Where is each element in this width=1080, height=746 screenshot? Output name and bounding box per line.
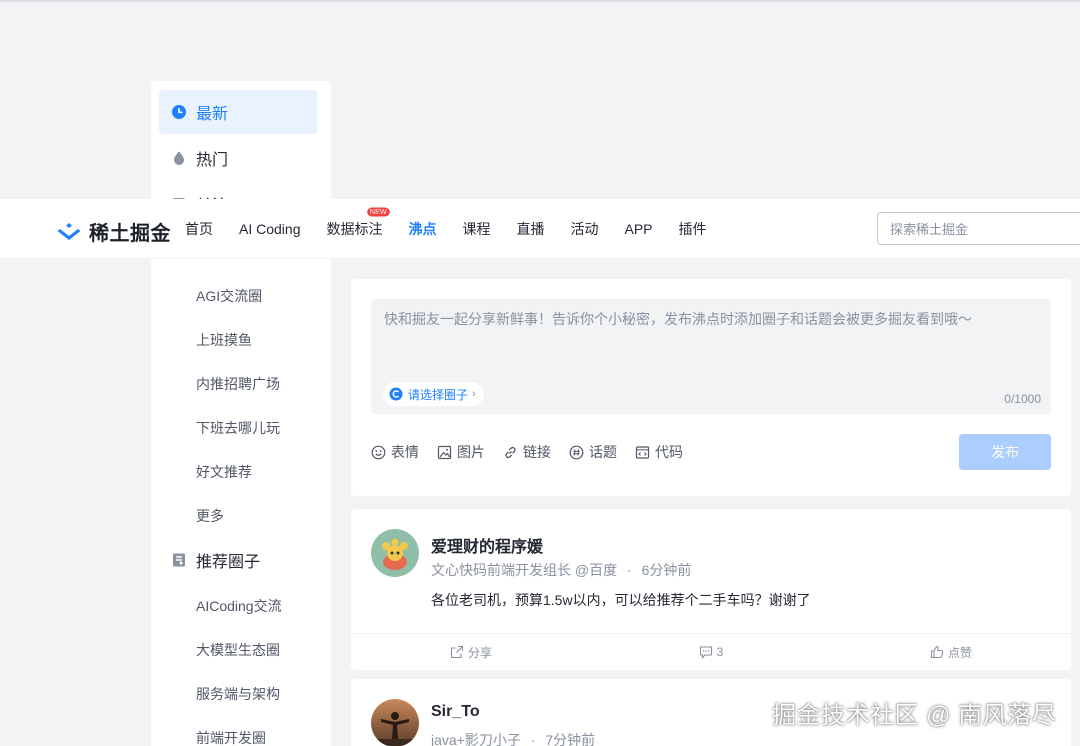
nav-courses[interactable]: 课程 xyxy=(462,219,490,239)
logo[interactable]: 稀土掘金 xyxy=(55,217,171,246)
post-time: 6分钟前 xyxy=(641,562,692,578)
like-button[interactable]: 点赞 xyxy=(831,634,1071,670)
top-border xyxy=(0,0,1080,2)
compose-placeholder: 快和掘友一起分享新鲜事！告诉你个小秘密，发布沸点时添加圈子和话题会被更多掘友看到… xyxy=(384,311,972,327)
post-actions: 分享 3 点赞 xyxy=(351,633,1071,670)
publish-button[interactable]: 发布 xyxy=(959,434,1051,470)
sidebar-sub-item[interactable]: 下班去哪儿玩 xyxy=(196,418,280,438)
post-time: 7分钟前 xyxy=(545,732,596,746)
nav-events[interactable]: 活动 xyxy=(570,219,598,239)
sidebar-sub-item[interactable]: 内推招聘广场 xyxy=(196,374,280,394)
sidebar-sub-item[interactable]: 前端开发圈 xyxy=(196,728,266,746)
nav-live[interactable]: 直播 xyxy=(516,219,544,239)
circle-select-button[interactable]: 请选择圈子 › xyxy=(383,382,484,406)
post-content[interactable]: 各位老司机，预算1.5w以内，可以给推荐个二手车吗？谢谢了 xyxy=(431,590,811,610)
sidebar-item-label: 热门 xyxy=(196,152,229,169)
code-button[interactable]: 代码 xyxy=(635,442,683,462)
avatar[interactable] xyxy=(371,699,419,746)
nav-plugins[interactable]: 插件 xyxy=(679,219,707,239)
main-nav: 首页 AI Coding 数据标注 NEW 沸点 课程 直播 活动 APP 插件 xyxy=(185,199,733,259)
nav-pins[interactable]: 沸点 xyxy=(408,219,436,239)
tool-label: 图片 xyxy=(457,444,485,460)
pin-composer: 快和掘友一起分享新鲜事！告诉你个小秘密，发布沸点时添加圈子和话题会被更多掘友看到… xyxy=(351,279,1071,496)
sidebar-section-title: 推荐圈子 xyxy=(196,554,261,571)
sidebar: 最新 热门 关注 AGI交流圈 上班摸鱼 内推招聘广场 下班去哪儿玩 好文推荐 … xyxy=(151,81,331,746)
share-button[interactable]: 分享 xyxy=(351,634,591,670)
sidebar-sub-item[interactable]: AGI交流圈 xyxy=(196,286,262,306)
post-meta: 文心快码前端开发组长 @百度 · 6分钟前 xyxy=(431,560,691,580)
tool-label: 链接 xyxy=(523,444,551,460)
composer-toolbar: 表情 图片 链接 话题 代码 xyxy=(371,442,701,462)
sidebar-section-recommended-circles[interactable]: 推荐圈子 xyxy=(159,538,317,582)
sidebar-sub-item[interactable]: 大模型生态圈 xyxy=(196,640,280,660)
search-input[interactable]: 探索稀土掘金 xyxy=(877,212,1080,245)
comment-count: 3 xyxy=(716,645,724,659)
sidebar-item-label: 最新 xyxy=(196,106,229,123)
nav-ai-coding[interactable]: AI Coding xyxy=(239,221,300,237)
tool-label: 表情 xyxy=(391,444,419,460)
pin-card: 爱理财的程序媛 文心快码前端开发组长 @百度 · 6分钟前 各位老司机，预算1.… xyxy=(351,509,1071,670)
logo-text: 稀土掘金 xyxy=(89,223,171,245)
meta-separator: · xyxy=(627,562,632,578)
sidebar-sub-item[interactable]: AICoding交流 xyxy=(196,596,282,616)
sidebar-sub-item[interactable]: 上班摸鱼 xyxy=(196,330,252,350)
juejin-logo-icon xyxy=(57,222,81,240)
emoji-icon xyxy=(371,445,386,459)
char-counter: 0/1000 xyxy=(1004,392,1041,406)
new-badge: NEW xyxy=(367,207,390,217)
comment-button[interactable]: 3 xyxy=(591,634,831,670)
sidebar-item-latest[interactable]: 最新 xyxy=(159,90,317,134)
top-navbar: 稀土掘金 首页 AI Coding 数据标注 NEW 沸点 课程 直播 活动 A… xyxy=(0,199,1080,259)
comment-icon xyxy=(699,646,712,659)
topic-button[interactable]: 话题 xyxy=(569,442,617,462)
fire-icon xyxy=(171,150,187,166)
code-icon xyxy=(635,445,650,459)
tool-label: 话题 xyxy=(589,444,617,460)
author-name[interactable]: Sir_To xyxy=(431,703,480,721)
link-icon xyxy=(505,446,516,458)
post-meta: java+影刀小子 · 7分钟前 xyxy=(431,730,595,746)
nav-app[interactable]: APP xyxy=(624,221,652,237)
author-title: java+影刀小子 xyxy=(431,732,521,746)
sidebar-sub-item[interactable]: 服务端与架构 xyxy=(196,684,280,704)
sidebar-sub-item[interactable]: 好文推荐 xyxy=(196,462,252,482)
avatar[interactable] xyxy=(371,529,419,577)
circle-select-label: 请选择圈子 xyxy=(408,387,469,402)
hashtag-icon xyxy=(569,445,584,459)
compose-textarea[interactable]: 快和掘友一起分享新鲜事！告诉你个小秘密，发布沸点时添加圈子和话题会被更多掘友看到… xyxy=(371,299,1051,414)
image-button[interactable]: 图片 xyxy=(437,442,485,462)
emoji-button[interactable]: 表情 xyxy=(371,442,419,462)
author-title: 文心快码前端开发组长 @百度 xyxy=(431,562,618,578)
nav-home[interactable]: 首页 xyxy=(185,219,213,239)
link-button[interactable]: 链接 xyxy=(503,442,551,462)
share-icon xyxy=(450,645,464,659)
like-label: 点赞 xyxy=(947,645,972,660)
tool-label: 代码 xyxy=(655,444,683,460)
circle-icon xyxy=(171,552,187,568)
circle-select-icon xyxy=(389,387,403,401)
chevron-right-icon: › xyxy=(472,388,476,400)
watermark: 掘金技术社区 @ 南风落尽 xyxy=(772,702,1057,729)
sidebar-item-hot[interactable]: 热门 xyxy=(159,136,317,180)
thumbs-up-icon xyxy=(930,645,944,659)
image-icon xyxy=(437,445,452,459)
sidebar-more-link[interactable]: 更多 xyxy=(196,506,224,526)
author-name[interactable]: 爱理财的程序媛 xyxy=(431,533,543,557)
share-label: 分享 xyxy=(467,645,492,660)
nav-label: 数据标注 xyxy=(326,221,383,237)
nav-data-annotation[interactable]: 数据标注 NEW xyxy=(326,207,390,239)
clock-icon xyxy=(171,104,187,120)
meta-separator: · xyxy=(530,732,536,746)
